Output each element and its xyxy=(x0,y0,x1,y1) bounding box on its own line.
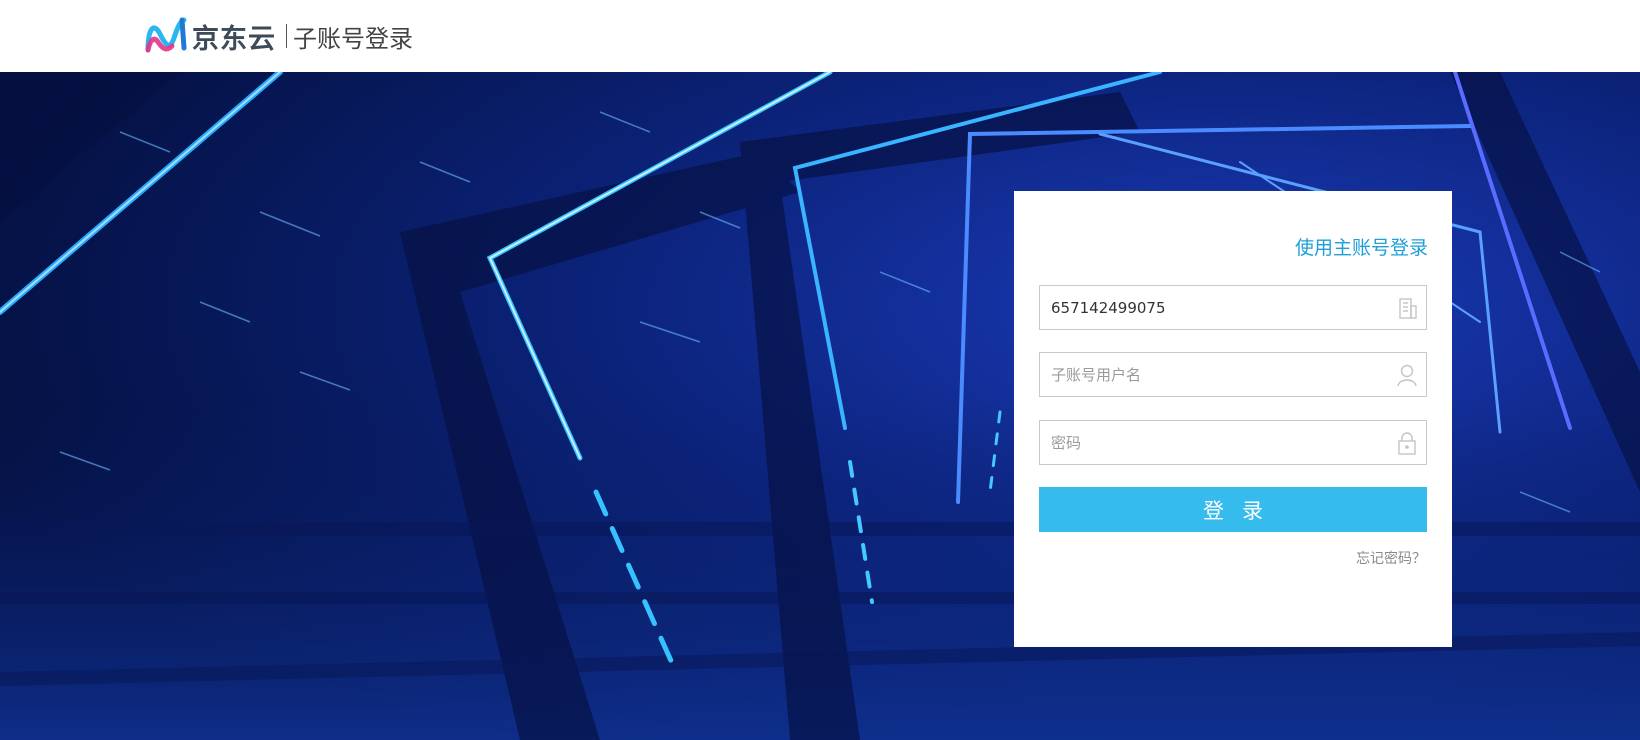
password-field[interactable] xyxy=(1039,420,1427,465)
main-account-login-link[interactable]: 使用主账号登录 xyxy=(1295,233,1428,260)
jd-cloud-logo-icon xyxy=(145,17,187,53)
logo-divider xyxy=(286,24,287,48)
password-input[interactable] xyxy=(1040,421,1391,464)
building-icon xyxy=(1399,298,1417,319)
username-input[interactable] xyxy=(1040,353,1391,396)
lock-icon xyxy=(1398,432,1416,455)
login-panel: 使用主账号登录 登录 忘记密码？ xyxy=(1014,191,1452,647)
top-header: 京东云 子账号登录 xyxy=(0,0,1640,72)
page-title: 子账号登录 xyxy=(293,24,413,53)
login-button[interactable]: 登录 xyxy=(1039,487,1427,532)
logo[interactable]: 京东云 子账号登录 xyxy=(144,14,413,58)
brand-name: 京东云 xyxy=(192,23,276,55)
account-id-input[interactable] xyxy=(1040,286,1391,329)
account-id-field[interactable] xyxy=(1039,285,1427,330)
user-icon xyxy=(1397,364,1417,387)
forgot-password-link[interactable]: 忘记密码？ xyxy=(1356,548,1426,568)
username-field[interactable] xyxy=(1039,352,1427,397)
